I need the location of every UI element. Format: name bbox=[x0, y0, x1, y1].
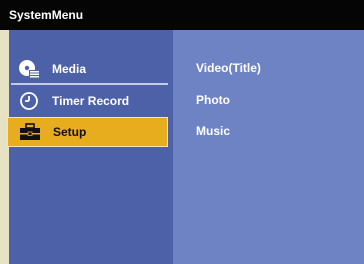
menu-item-label: Timer Record bbox=[52, 93, 130, 108]
menu-item-label: Setup bbox=[53, 125, 87, 139]
toolbox-icon bbox=[18, 122, 42, 142]
submenu-item-video[interactable]: Video(Title) bbox=[196, 61, 261, 75]
menu-item-media[interactable]: Media bbox=[7, 54, 168, 83]
submenu-item-music[interactable]: Music bbox=[196, 124, 230, 138]
window-title: SystemMenu bbox=[0, 0, 364, 30]
clock-icon bbox=[17, 91, 41, 111]
menu-item-label: Media bbox=[52, 61, 87, 76]
menu-item-timer-record[interactable]: Timer Record bbox=[7, 86, 168, 115]
menu-item-setup[interactable]: Setup bbox=[7, 117, 168, 147]
menu-separator bbox=[11, 83, 168, 85]
submenu-item-photo[interactable]: Photo bbox=[196, 93, 230, 107]
media-icon bbox=[17, 59, 41, 79]
